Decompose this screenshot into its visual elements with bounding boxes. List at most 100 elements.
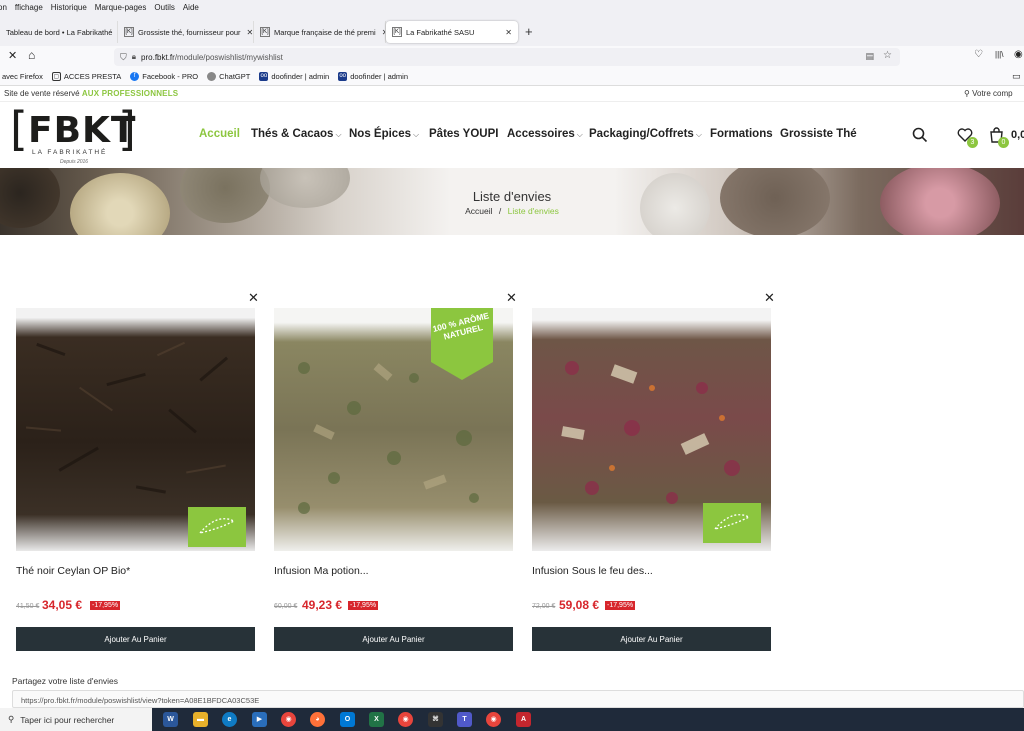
menu-affichage[interactable]: on [0,3,7,12]
product-image[interactable] [16,308,255,551]
product-image[interactable]: 100 % ARÔME NATUREL [274,308,513,551]
product-image[interactable] [532,308,771,551]
remove-from-wishlist-icon[interactable]: ✕ [248,290,259,306]
old-price: 41,50 € [16,603,40,610]
breadcrumb-current: Liste d'envies [507,206,559,216]
nav-accueil[interactable]: Accueil [199,128,240,140]
file-explorer-icon[interactable]: ▬ [193,712,208,727]
discount-badge: -17,95% [90,601,121,610]
chevron-down-icon: ⌵ [695,130,702,139]
teams-icon[interactable]: T [457,712,472,727]
bookmark-facebook[interactable]: f Facebook - PRO [130,72,198,81]
pocket-icon[interactable]: ♡ [974,49,983,60]
chrome-icon[interactable]: ◉ [281,712,296,727]
page-title: Liste d'envies [472,189,552,204]
close-tab-icon[interactable]: ✕ [499,28,512,37]
doofinder-icon: oo [338,72,348,81]
browser-navbar: ✕ ⌂ ⛉ 🔒︎ pro.fbkt.fr /module/poswishlist… [0,46,1024,68]
bookmark-label: ChatGPT [219,72,251,81]
menu-aide[interactable]: Aide [183,3,199,12]
add-to-cart-button[interactable]: Ajouter Au Panier [274,627,513,651]
edge-icon[interactable]: e [222,712,237,727]
tab-marque-francaise[interactable]: [K] Marque française de thé premi ✕ [254,21,386,43]
bookmark-acces-presta[interactable]: ▢ ACCES PRESTA [51,72,122,81]
product-name[interactable]: Infusion Sous le feu des... [532,565,653,577]
menu-marque-pages[interactable]: Marque-pages [95,3,147,12]
logo-subtitle: LA FABRIKATHÉ [32,149,108,156]
site-favicon-icon: [K] [260,27,270,37]
menu-historique[interactable]: Historique [51,3,87,12]
presta-icon: ▢ [51,72,61,81]
folder-icon[interactable]: ▭ [1012,71,1021,82]
nav-pates-youpi[interactable]: Pâtes YOUPI [429,128,498,140]
home-icon[interactable]: ⌂ [28,48,35,62]
nav-label: Nos Épices [349,128,411,140]
acrobat-icon[interactable]: A [516,712,531,727]
page-banner: Liste d'envies Accueil / Liste d'envies [0,168,1024,235]
tab-label: Tableau de bord • La Fabrikathé [6,27,113,37]
cart-total[interactable]: 0,0 [1011,129,1024,141]
remove-from-wishlist-icon[interactable]: ✕ [506,290,517,306]
account-link[interactable]: ⚲ Votre comp [964,89,1013,98]
taskbar-search-placeholder: Taper ici pour rechercher [20,714,115,725]
product-name[interactable]: Infusion Ma potion... [274,565,369,577]
user-icon: ⚲ [964,89,970,98]
windows-taskbar: ⚲ Taper ici pour rechercher W ▬ e ▶ ◉ ◕ … [0,708,1024,731]
bookmark-label: ACCES PRESTA [63,72,122,81]
nav-thes-cacaos[interactable]: Thés & Cacaos ⌵ [251,128,342,140]
logo[interactable]: [ FBKT ] LA FABRIKATHÉ Depuis 2016 [10,106,140,166]
remove-from-wishlist-icon[interactable]: ✕ [764,290,775,306]
site-favicon-icon: [K] [124,27,134,37]
site-header: [ FBKT ] LA FABRIKATHÉ Depuis 2016 Accue… [0,102,1024,168]
breadcrumb-home[interactable]: Accueil [465,206,492,216]
wishlist-count-badge: 3 [967,137,978,148]
top-strip: Site de vente réservé AUX PROFESSIONNELS… [0,86,1024,102]
add-to-cart-button[interactable]: Ajouter Au Panier [532,627,771,651]
bookmark-doofinder-1[interactable]: oo doofinder | admin [259,72,329,81]
share-url-field[interactable]: https://pro.fbkt.fr/module/poswishlist/v… [12,690,1024,708]
close-icon[interactable]: ✕ [8,49,17,62]
firefox-icon[interactable]: ◕ [310,712,325,727]
excel-icon[interactable]: X [369,712,384,727]
new-tab-icon[interactable]: + [525,24,533,39]
account-icon[interactable]: ◉ [1014,49,1023,60]
menu-outils[interactable]: Outils [154,3,174,12]
search-icon[interactable] [912,127,928,143]
natural-aroma-badge: 100 % ARÔME NATUREL [431,308,493,380]
bookmark-star-icon[interactable]: ☆ [883,50,892,61]
nav-packaging-coffrets[interactable]: Packaging/Coffrets ⌵ [589,128,702,140]
bookmark-firefox[interactable]: avec Firefox [2,72,43,81]
lock-icon[interactable]: 🔒︎ [132,52,136,62]
doofinder-icon: oo [259,72,269,81]
bookmark-label: doofinder | admin [350,72,409,81]
nav-accessoires[interactable]: Accessoires ⌵ [507,128,583,140]
bio-label-icon [188,507,246,547]
url-bar[interactable]: ⛉ 🔒︎ pro.fbkt.fr /module/poswishlist/myw… [114,48,900,66]
chrome-icon[interactable]: ◉ [398,712,413,727]
url-path: /module/poswishlist/mywishlist [174,52,283,62]
taskbar-search[interactable]: ⚲ Taper ici pour rechercher [0,708,152,731]
nav-grossiste-the[interactable]: Grossiste Thé [780,128,857,140]
tab-tableau-de-bord[interactable]: Tableau de bord • La Fabrikathé ✕ [0,21,118,43]
add-to-cart-button[interactable]: Ajouter Au Panier [16,627,255,651]
tab-grossiste[interactable]: [K] Grossiste thé, fournisseur pour ✕ [118,21,254,43]
word-icon[interactable]: W [163,712,178,727]
bookmark-label: Facebook - PRO [142,72,199,81]
media-player-icon[interactable]: ▶ [252,712,267,727]
tab-la-fabrikathe-active[interactable]: [K] La Fabrikathé SASU ✕ [386,21,518,43]
bookmark-doofinder-2[interactable]: oo doofinder | admin [338,72,408,81]
nav-nos-epices[interactable]: Nos Épices ⌵ [349,128,419,140]
chrome-icon[interactable]: ◉ [486,712,501,727]
outlook-icon[interactable]: O [340,712,355,727]
close-tab-icon[interactable]: ✕ [376,28,385,37]
close-tab-icon[interactable]: ✕ [241,28,253,37]
product-price: 34,05 € [42,598,83,612]
app-icon[interactable]: ⌘ [428,712,443,727]
product-name[interactable]: Thé noir Ceylan OP Bio* [16,565,130,577]
reader-view-icon[interactable]: ▤ [865,51,874,62]
nav-formations[interactable]: Formations [710,128,773,140]
menu-affichage-2[interactable]: ffichage [15,3,43,12]
library-icon[interactable]: |||\ [995,50,1003,59]
shield-icon[interactable]: ⛉ [120,52,127,63]
bookmark-chatgpt[interactable]: ChatGPT [207,72,250,81]
